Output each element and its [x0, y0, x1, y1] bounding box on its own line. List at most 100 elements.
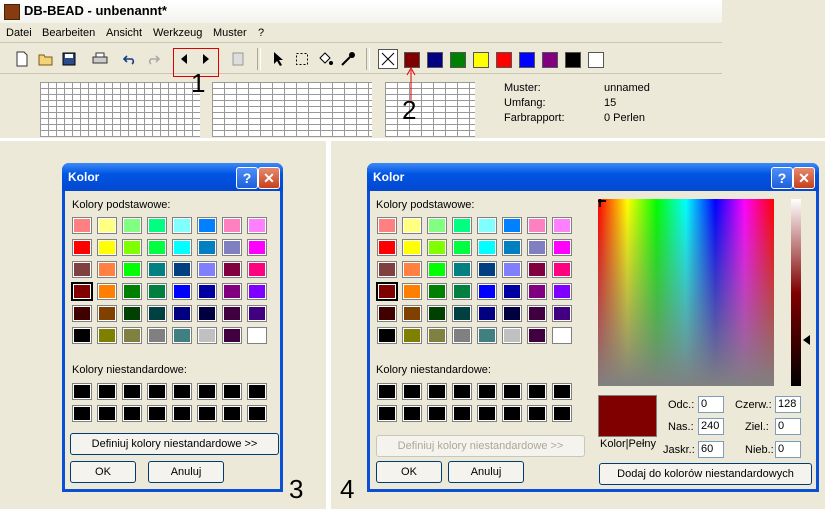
- color-swatch[interactable]: [552, 405, 572, 422]
- menu-muster[interactable]: Muster: [213, 27, 247, 39]
- color-swatch[interactable]: [377, 383, 397, 400]
- luminance-pointer-icon[interactable]: [803, 335, 810, 345]
- palette-swatch-8[interactable]: [565, 52, 581, 68]
- color-swatch[interactable]: [427, 327, 447, 344]
- color-swatch[interactable]: [72, 383, 92, 400]
- color-swatch[interactable]: [377, 217, 397, 234]
- palette-swatch-5[interactable]: [496, 52, 512, 68]
- color-swatch[interactable]: [477, 239, 497, 256]
- palette-swatch-2[interactable]: [427, 52, 443, 68]
- color-swatch[interactable]: [122, 283, 142, 300]
- luminance-bar[interactable]: [791, 199, 801, 386]
- color-swatch[interactable]: [172, 217, 192, 234]
- color-swatch[interactable]: [222, 239, 242, 256]
- open-icon[interactable]: [36, 49, 56, 69]
- color-swatch[interactable]: [527, 405, 547, 422]
- color-swatch[interactable]: [147, 239, 167, 256]
- cancel-button[interactable]: Anuluj: [448, 461, 524, 483]
- color-swatch[interactable]: [402, 261, 422, 278]
- saturation-field[interactable]: 240: [698, 418, 724, 435]
- color-swatch[interactable]: [552, 261, 572, 278]
- color-swatch[interactable]: [377, 239, 397, 256]
- cancel-button[interactable]: Anuluj: [148, 461, 224, 483]
- color-swatch[interactable]: [172, 327, 192, 344]
- green-field[interactable]: 0: [775, 418, 801, 435]
- color-swatch[interactable]: [122, 217, 142, 234]
- color-swatch[interactable]: [402, 405, 422, 422]
- color-swatch[interactable]: [197, 261, 217, 278]
- color-swatch[interactable]: [97, 283, 117, 300]
- color-swatch[interactable]: [97, 405, 117, 422]
- color-swatch[interactable]: [552, 239, 572, 256]
- add-to-custom-colors-button[interactable]: Dodaj do kolorów niestandardowych: [599, 463, 812, 485]
- color-swatch[interactable]: [222, 383, 242, 400]
- color-swatch[interactable]: [222, 327, 242, 344]
- color-swatch[interactable]: [552, 217, 572, 234]
- menu-help[interactable]: ?: [258, 27, 264, 39]
- color-swatch[interactable]: [402, 327, 422, 344]
- color-swatch[interactable]: [122, 305, 142, 322]
- color-swatch[interactable]: [502, 327, 522, 344]
- color-swatch[interactable]: [97, 217, 117, 234]
- color-swatch[interactable]: [72, 305, 92, 322]
- color-swatch[interactable]: [122, 239, 142, 256]
- menu-bearbeiten[interactable]: Bearbeiten: [42, 27, 95, 39]
- red-field[interactable]: 128: [775, 396, 801, 413]
- color-swatch[interactable]: [97, 261, 117, 278]
- color-swatch[interactable]: [402, 283, 422, 300]
- color-swatch[interactable]: [97, 383, 117, 400]
- color-swatch[interactable]: [72, 327, 92, 344]
- close-icon[interactable]: ✕: [793, 167, 815, 189]
- save-icon[interactable]: [59, 49, 79, 69]
- color-swatch[interactable]: [527, 239, 547, 256]
- color-swatch[interactable]: [552, 283, 572, 300]
- color-swatch[interactable]: [477, 327, 497, 344]
- color-swatch[interactable]: [147, 327, 167, 344]
- color-swatch[interactable]: [452, 305, 472, 322]
- color-swatch[interactable]: [502, 405, 522, 422]
- color-spectrum[interactable]: [598, 199, 774, 386]
- color-swatch[interactable]: [377, 305, 397, 322]
- select-pointer-icon[interactable]: [268, 49, 288, 69]
- color-swatch[interactable]: [452, 283, 472, 300]
- color-swatch[interactable]: [477, 283, 497, 300]
- color-swatch[interactable]: [222, 305, 242, 322]
- color-swatch[interactable]: [122, 327, 142, 344]
- color-swatch[interactable]: [377, 327, 397, 344]
- ok-button[interactable]: OK: [376, 461, 442, 483]
- color-swatch[interactable]: [147, 383, 167, 400]
- rect-select-icon[interactable]: [292, 49, 312, 69]
- pattern-grid-corrected[interactable]: [212, 82, 372, 137]
- color-swatch[interactable]: [452, 327, 472, 344]
- color-swatch[interactable]: [402, 239, 422, 256]
- color-swatch[interactable]: [527, 383, 547, 400]
- color-swatch[interactable]: [552, 327, 572, 344]
- color-swatch[interactable]: [222, 283, 242, 300]
- color-swatch[interactable]: [172, 283, 192, 300]
- color-swatch[interactable]: [502, 283, 522, 300]
- color-swatch[interactable]: [222, 405, 242, 422]
- color-swatch[interactable]: [197, 283, 217, 300]
- fill-bucket-icon[interactable]: [315, 49, 335, 69]
- color-swatch[interactable]: [72, 261, 92, 278]
- color-swatch[interactable]: [452, 239, 472, 256]
- blue-field[interactable]: 0: [775, 441, 801, 458]
- define-custom-colors-button[interactable]: Definiuj kolory niestandardowe >>: [70, 433, 279, 455]
- color-swatch[interactable]: [97, 239, 117, 256]
- color-swatch[interactable]: [477, 217, 497, 234]
- color-swatch[interactable]: [122, 383, 142, 400]
- menu-werkzeug[interactable]: Werkzeug: [153, 27, 202, 39]
- color-swatch[interactable]: [147, 305, 167, 322]
- color-swatch[interactable]: [427, 217, 447, 234]
- no-color-icon[interactable]: [378, 49, 398, 69]
- color-swatch[interactable]: [247, 283, 267, 300]
- menu-datei[interactable]: Datei: [6, 27, 32, 39]
- close-icon[interactable]: ✕: [258, 167, 280, 189]
- color-swatch[interactable]: [122, 261, 142, 278]
- color-swatch[interactable]: [477, 261, 497, 278]
- color-swatch[interactable]: [502, 305, 522, 322]
- color-swatch[interactable]: [427, 383, 447, 400]
- color-swatch[interactable]: [247, 261, 267, 278]
- redo-icon[interactable]: [143, 49, 163, 69]
- color-swatch[interactable]: [247, 239, 267, 256]
